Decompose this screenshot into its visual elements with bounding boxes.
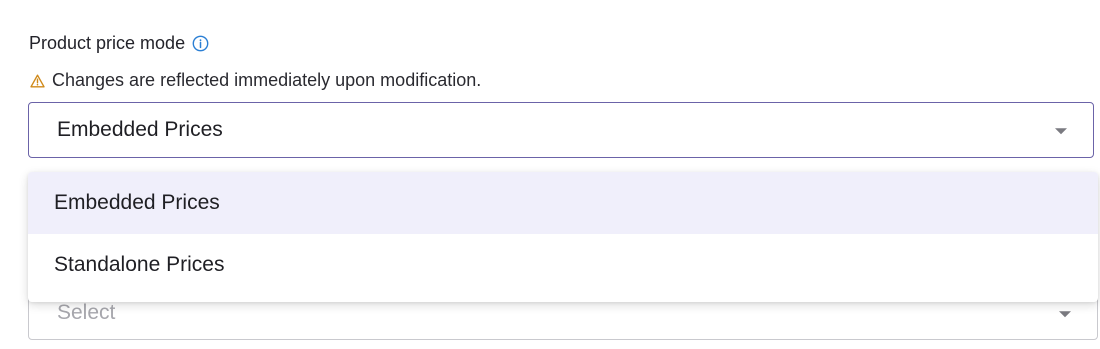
- secondary-select-placeholder: Select: [57, 301, 116, 324]
- option-standalone-prices[interactable]: Standalone Prices: [28, 234, 1098, 296]
- option-label: Standalone Prices: [54, 253, 225, 276]
- warning-message: Changes are reflected immediately upon m…: [29, 70, 481, 91]
- option-embedded-prices[interactable]: Embedded Prices: [28, 172, 1098, 234]
- warning-text: Changes are reflected immediately upon m…: [52, 70, 482, 90]
- info-circle-icon[interactable]: [191, 35, 209, 53]
- option-label: Embedded Prices: [54, 191, 220, 214]
- chevron-down-icon: [1059, 311, 1071, 318]
- price-mode-dropdown-menu: Embedded Prices Standalone Prices: [28, 172, 1098, 302]
- price-mode-label-row: Product price mode: [29, 33, 209, 54]
- field-label: Product price mode: [29, 33, 186, 53]
- warning-triangle-icon: [29, 73, 45, 89]
- price-mode-select[interactable]: Embedded Prices: [28, 102, 1094, 158]
- price-mode-form: Product price mode Changes are reflected…: [0, 0, 1100, 349]
- chevron-down-icon: [1055, 128, 1067, 135]
- price-mode-select-value: Embedded Prices: [57, 118, 223, 141]
